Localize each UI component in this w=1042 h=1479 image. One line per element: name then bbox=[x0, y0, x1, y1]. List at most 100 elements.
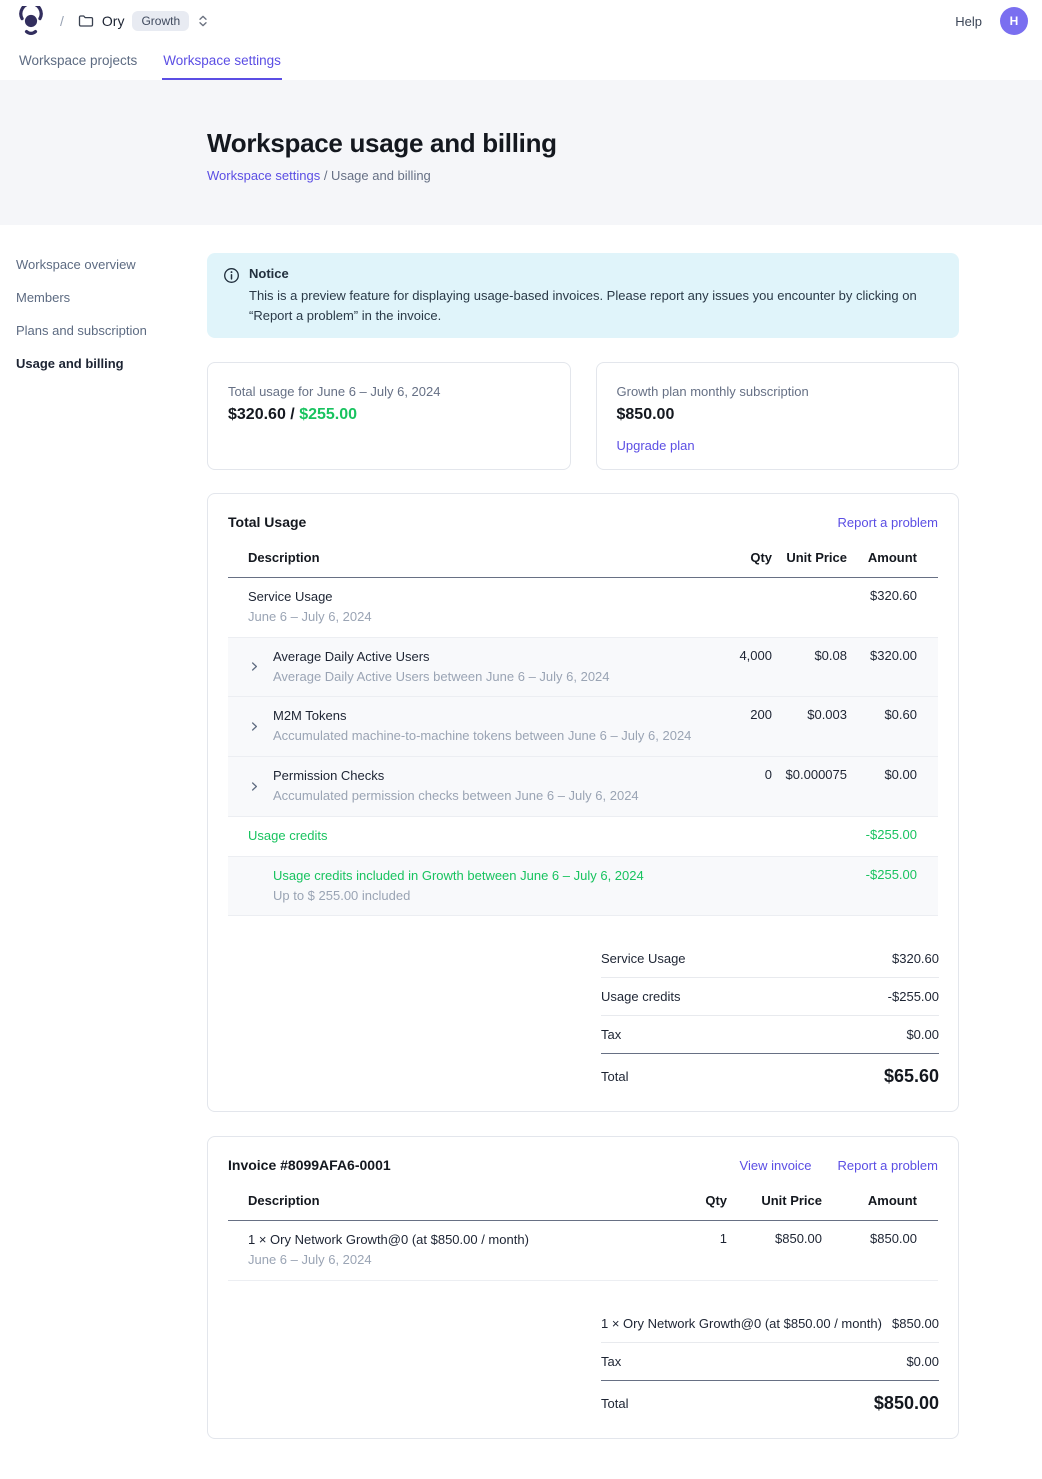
notice-title: Notice bbox=[249, 266, 943, 281]
row-amount: $0.60 bbox=[847, 706, 917, 722]
col-description: Description bbox=[248, 550, 692, 565]
invoice-table: Description Qty Unit Price Amount 1 bbox=[228, 1179, 938, 1281]
row-label: Usage credits included in Growth between… bbox=[273, 866, 644, 886]
row-unit-price: $850.00 bbox=[727, 1230, 822, 1246]
row-label: 1 × Ory Network Growth@0 (at $850.00 / m… bbox=[248, 1230, 529, 1250]
col-qty: Qty bbox=[667, 1193, 727, 1208]
row-label: Service Usage bbox=[248, 587, 372, 607]
content-area: Workspace overview Members Plans and sub… bbox=[0, 225, 1042, 1479]
total-label: Total bbox=[601, 1069, 628, 1084]
info-icon bbox=[223, 266, 241, 325]
summary-row: Usage credits -$255.00 bbox=[601, 978, 939, 1016]
report-problem-link[interactable]: Report a problem bbox=[838, 1158, 938, 1173]
tab[interactable]: Workspace settings bbox=[162, 42, 282, 80]
row-amount: -$255.00 bbox=[847, 866, 917, 882]
row-subtext: June 6 – July 6, 2024 bbox=[248, 607, 372, 627]
sidebar-item[interactable]: Usage and billing bbox=[16, 352, 207, 375]
total-usage-value: $320.60 / $255.00 bbox=[228, 406, 550, 424]
caret-sort-icon bbox=[197, 14, 209, 28]
summary-value: $0.00 bbox=[906, 1027, 939, 1042]
summary-label: 1 × Ory Network Growth@0 (at $850.00 / m… bbox=[601, 1316, 882, 1331]
row-qty: 4,000 bbox=[692, 647, 772, 663]
total-usage-label: Total usage for June 6 – July 6, 2024 bbox=[228, 384, 550, 399]
row-unit-price: $0.003 bbox=[772, 706, 847, 722]
table-row: Service Usage June 6 – July 6, 2024 $320… bbox=[228, 578, 938, 638]
row-label: Permission Checks bbox=[273, 766, 639, 786]
plan-badge: Growth bbox=[132, 11, 189, 31]
row-unit-price bbox=[772, 866, 847, 867]
invoice-totals: 1 × Ory Network Growth@0 (at $850.00 / m… bbox=[601, 1305, 939, 1418]
row-unit-price: $0.000075 bbox=[772, 766, 847, 782]
usage-separator: / bbox=[286, 406, 299, 423]
summary-row: Service Usage $320.60 bbox=[601, 940, 939, 978]
table-row: 1 × Ory Network Growth@0 (at $850.00 / m… bbox=[228, 1221, 938, 1281]
help-link[interactable]: Help bbox=[955, 14, 982, 29]
row-unit-price bbox=[772, 587, 847, 588]
usage-table: Description Qty Unit Price Amount S bbox=[228, 536, 938, 916]
col-unit-price: Unit Price bbox=[772, 550, 847, 565]
sidebar-item[interactable]: Plans and subscription bbox=[16, 319, 207, 342]
row-subtext: Accumulated permission checks between Ju… bbox=[273, 786, 639, 806]
col-amount: Amount bbox=[822, 1193, 917, 1208]
chevron-right-icon[interactable] bbox=[248, 779, 273, 793]
summary-row: 1 × Ory Network Growth@0 (at $850.00 / m… bbox=[601, 1305, 939, 1343]
row-label: M2M Tokens bbox=[273, 706, 691, 726]
chevron-right-icon[interactable] bbox=[248, 719, 273, 733]
col-unit-price: Unit Price bbox=[727, 1193, 822, 1208]
usage-amount: $320.60 bbox=[228, 406, 286, 423]
workspace-name: Ory bbox=[102, 13, 125, 29]
summary-value: $320.60 bbox=[892, 951, 939, 966]
col-amount: Amount bbox=[847, 550, 917, 565]
breadcrumb-settings-link[interactable]: Workspace settings bbox=[207, 168, 320, 183]
row-subtext: Accumulated machine-to-machine tokens be… bbox=[273, 726, 691, 746]
row-amount: -$255.00 bbox=[847, 826, 917, 842]
sidebar-item[interactable]: Members bbox=[16, 286, 207, 309]
total-usage-card: Total usage for June 6 – July 6, 2024 $3… bbox=[207, 362, 571, 470]
page-hero: Workspace usage and billing Workspace se… bbox=[0, 80, 1042, 225]
workspace-tabs: Workspace projects Workspace settings bbox=[0, 42, 1042, 80]
row-unit-price bbox=[772, 826, 847, 827]
table-row: Average Daily Active Users Average Daily… bbox=[228, 638, 938, 698]
topbar-right: Help H bbox=[955, 7, 1028, 35]
row-label: Average Daily Active Users bbox=[273, 647, 610, 667]
grand-total-row: Total $850.00 bbox=[601, 1380, 939, 1418]
tab[interactable]: Workspace projects bbox=[18, 42, 138, 80]
row-qty: 200 bbox=[692, 706, 772, 722]
row-subtext: Up to $ 255.00 included bbox=[273, 886, 644, 906]
row-amount: $0.00 bbox=[847, 766, 917, 782]
row-qty: 1 bbox=[667, 1230, 727, 1246]
summary-label: Tax bbox=[601, 1027, 621, 1042]
invoice-card: Invoice #8099AFA6-0001 View invoice Repo… bbox=[207, 1136, 959, 1439]
invoice-title: Invoice #8099AFA6-0001 bbox=[228, 1157, 391, 1173]
summary-cards: Total usage for June 6 – July 6, 2024 $3… bbox=[207, 362, 959, 470]
view-invoice-link[interactable]: View invoice bbox=[740, 1158, 812, 1173]
row-label: Usage credits bbox=[248, 826, 327, 846]
usage-totals: Service Usage $320.60 Usage credits -$25… bbox=[601, 940, 939, 1091]
row-unit-price: $0.08 bbox=[772, 647, 847, 663]
summary-value: $0.00 bbox=[906, 1354, 939, 1369]
report-problem-link[interactable]: Report a problem bbox=[838, 515, 938, 530]
summary-value: -$255.00 bbox=[888, 989, 939, 1004]
upgrade-plan-link[interactable]: Upgrade plan bbox=[617, 438, 695, 453]
notice-body: This is a preview feature for displaying… bbox=[249, 286, 943, 325]
top-bar: / Ory Growth Help H bbox=[0, 0, 1042, 42]
notice-banner: Notice This is a preview feature for dis… bbox=[207, 253, 959, 338]
table-row: Usage credits included in Growth between… bbox=[228, 857, 938, 917]
plan-card: Growth plan monthly subscription $850.00… bbox=[596, 362, 960, 470]
row-qty bbox=[692, 587, 772, 588]
table-row: Permission Checks Accumulated permission… bbox=[228, 757, 938, 817]
settings-sidebar: Workspace overview Members Plans and sub… bbox=[16, 253, 207, 1463]
col-description: Description bbox=[248, 1193, 667, 1208]
summary-row: Tax $0.00 bbox=[601, 1343, 939, 1381]
col-qty: Qty bbox=[692, 550, 772, 565]
chevron-right-icon[interactable] bbox=[248, 659, 273, 673]
row-qty bbox=[692, 826, 772, 827]
breadcrumb-current: / Usage and billing bbox=[324, 168, 431, 183]
avatar[interactable]: H bbox=[1000, 7, 1028, 35]
row-subtext: June 6 – July 6, 2024 bbox=[248, 1250, 529, 1270]
ory-logo[interactable] bbox=[18, 6, 44, 36]
workspace-switcher[interactable]: Ory Growth bbox=[78, 11, 209, 31]
breadcrumb: Workspace settings / Usage and billing bbox=[207, 168, 1042, 183]
sidebar-item[interactable]: Workspace overview bbox=[16, 253, 207, 276]
summary-label: Tax bbox=[601, 1354, 621, 1369]
